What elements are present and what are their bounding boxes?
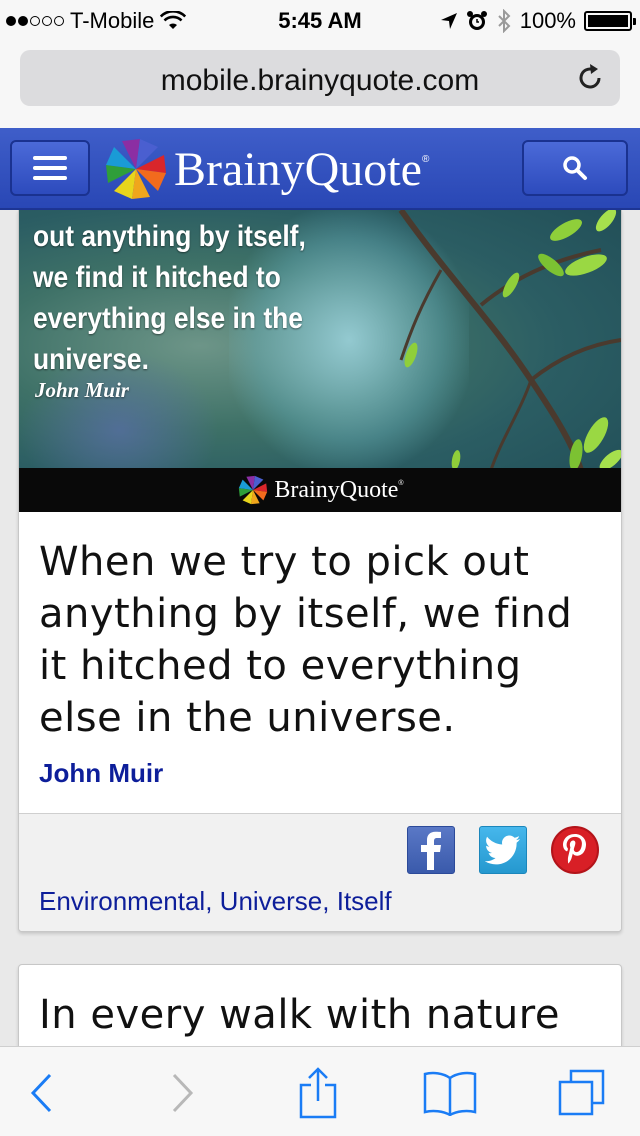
image-brand-strip: BrainyQuote ® [19, 468, 621, 512]
tabs-button[interactable] [552, 1067, 612, 1119]
site-logo[interactable]: BrainyQuote ® [100, 132, 429, 206]
bookmarks-book-icon [423, 1071, 477, 1116]
image-brand-name: BrainyQuote [274, 476, 399, 503]
battery-percent: 100% [519, 8, 576, 33]
twitter-icon [485, 835, 520, 865]
quote-image[interactable]: out anything by itself, we find it hitch… [19, 210, 621, 512]
browser-toolbar [0, 1046, 640, 1136]
search-icon [563, 156, 587, 180]
pinwheel-logo-icon [239, 475, 268, 505]
share-button[interactable] [288, 1067, 348, 1119]
image-quote-author: John Muir [35, 378, 129, 402]
tag-link[interactable]: Universe [220, 886, 323, 916]
screen: T-Mobile 5:45 AM 100% mobile.brainyquote… [0, 0, 640, 1136]
tag-link[interactable]: Environmental [39, 886, 205, 916]
tabs-icon [558, 1069, 605, 1116]
quote-text[interactable]: When we try to pick out anything by itse… [39, 536, 601, 744]
twitter-share-button[interactable] [479, 826, 527, 874]
bookmarks-button[interactable] [420, 1067, 480, 1119]
quote-footer: Environmental, Universe, Itself [19, 813, 621, 931]
back-button[interactable] [12, 1067, 72, 1119]
tag-separator: , [322, 886, 330, 916]
facebook-icon [421, 831, 441, 870]
battery-icon [584, 11, 636, 31]
tag-separator: , [205, 886, 213, 916]
url-text[interactable]: mobile.brainyquote.com [20, 64, 620, 98]
reload-icon[interactable] [574, 62, 606, 94]
forward-button[interactable] [152, 1067, 212, 1119]
quote-card: out anything by itself, we find it hitch… [18, 210, 622, 932]
menu-button[interactable] [10, 140, 90, 196]
location-arrow-icon [440, 13, 457, 29]
pinwheel-logo-icon [106, 139, 166, 199]
address-bar[interactable]: mobile.brainyquote.com [20, 50, 620, 106]
share-buttons [407, 826, 599, 874]
branch-leaves-graphic [398, 210, 621, 470]
share-icon [299, 1067, 337, 1119]
brand-name: BrainyQuote [174, 142, 422, 196]
pinterest-icon [563, 834, 586, 864]
image-quote-text: out anything by itself, we find it hitch… [33, 220, 306, 376]
pinterest-share-button[interactable] [551, 826, 599, 874]
quote-author-link[interactable]: John Muir [39, 758, 601, 789]
registered-mark: ® [421, 154, 430, 165]
browser-chrome: mobile.brainyquote.com [0, 40, 640, 128]
forward-chevron-icon [172, 1073, 194, 1113]
tag-list: Environmental, Universe, Itself [39, 886, 392, 917]
image-registered-mark: ® [398, 480, 404, 487]
status-bar: T-Mobile 5:45 AM 100% [0, 0, 640, 40]
quote-text[interactable]: In every walk with nature [39, 989, 601, 1041]
tag-link[interactable]: Itself [337, 886, 392, 916]
alarm-icon [466, 11, 487, 30]
back-chevron-icon [30, 1073, 52, 1113]
bluetooth-icon [498, 9, 511, 33]
facebook-share-button[interactable] [407, 826, 455, 874]
search-button[interactable] [522, 140, 628, 196]
site-header: BrainyQuote ® [0, 128, 640, 210]
